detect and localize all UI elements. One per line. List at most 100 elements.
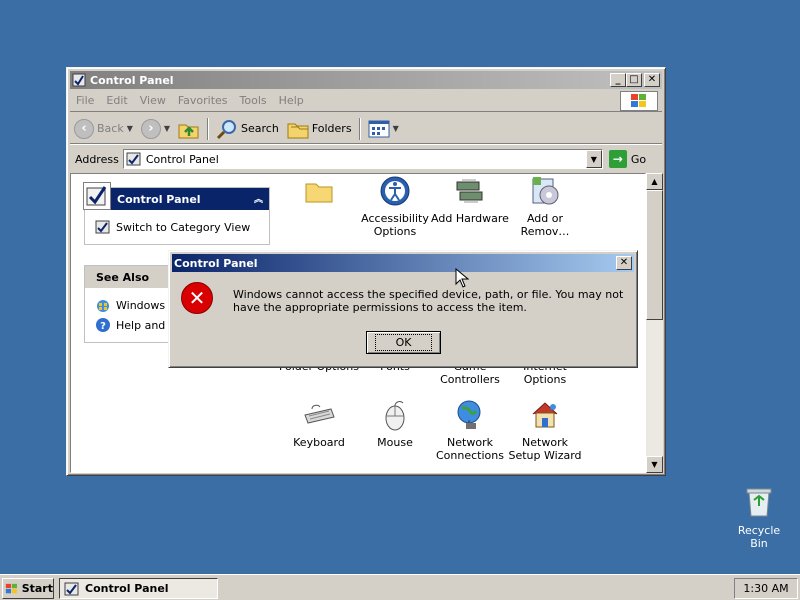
- ok-label: OK: [374, 334, 433, 351]
- cp-item-label: Add or Remov…: [520, 212, 570, 238]
- category-view-icon: [95, 220, 110, 234]
- control-panel-task-icon: [64, 582, 79, 595]
- cp-item-add-hardware[interactable]: Add Hardware: [430, 174, 510, 225]
- error-dialog: Control Panel ✕ ✕ Windows cannot access …: [168, 250, 638, 368]
- cp-item-network-setup-wizard[interactable]: Network Setup Wizard: [505, 398, 585, 462]
- recycle-bin-icon: [743, 486, 775, 518]
- forward-arrow-icon: ›: [140, 118, 161, 139]
- dialog-titlebar[interactable]: Control Panel ✕: [172, 254, 634, 272]
- cp-item-label: Network Setup Wizard: [508, 436, 582, 462]
- go-label: Go: [630, 152, 647, 166]
- folders-icon: [287, 123, 309, 138]
- views-button[interactable]: ▼: [364, 116, 403, 142]
- control-panel-task-pane: Control Panel ︽ Switch to Category View: [83, 182, 270, 245]
- scroll-up-button[interactable]: ▲: [646, 173, 663, 190]
- go-button[interactable]: → Go: [608, 150, 647, 168]
- search-label: Search: [241, 122, 279, 135]
- toolbar-separator: [207, 117, 210, 140]
- menu-help[interactable]: Help: [273, 94, 310, 107]
- system-tray-clock[interactable]: 1:30 AM: [734, 578, 798, 599]
- cp-item-label: Add Hardware: [431, 212, 509, 225]
- start-label: Start: [21, 582, 53, 595]
- views-icon: [368, 120, 390, 137]
- control-panel-large-icon: [83, 182, 111, 210]
- help-icon: ?: [96, 318, 110, 332]
- menu-tools[interactable]: Tools: [234, 94, 273, 107]
- taskbar: Start Control Panel 1:30 AM: [0, 574, 800, 600]
- forward-dropdown-icon[interactable]: ▼: [164, 124, 170, 133]
- svg-text:?: ?: [100, 321, 106, 332]
- maximize-button[interactable]: □: [626, 73, 642, 87]
- cp-item-label: Keyboard: [293, 436, 345, 449]
- menu-edit[interactable]: Edit: [100, 94, 133, 107]
- accessibility-icon: [378, 174, 412, 208]
- cp-item-mouse[interactable]: Mouse: [355, 398, 435, 449]
- standard-toolbar: ‹ Back ▼ › ▼ Search Folders ▼: [70, 114, 662, 144]
- up-button[interactable]: [174, 116, 204, 142]
- address-dropdown-button[interactable]: ▼: [585, 150, 602, 168]
- search-icon: [216, 119, 237, 139]
- back-arrow-icon: ‹: [74, 118, 94, 139]
- switch-view-label: Switch to Category View: [116, 220, 251, 234]
- control-panel-pane-header[interactable]: Control Panel ︽: [83, 182, 269, 210]
- dialog-message: Windows cannot access the specified devi…: [233, 288, 624, 314]
- address-value: Control Panel: [145, 152, 219, 166]
- recycle-bin-desktop-icon[interactable]: Recycle Bin: [728, 486, 790, 550]
- minimize-button[interactable]: _: [610, 73, 626, 87]
- mouse-cursor-icon: [455, 268, 469, 288]
- menu-view[interactable]: View: [134, 94, 172, 107]
- scroll-down-button[interactable]: ▼: [646, 456, 663, 473]
- keyboard-icon: [302, 398, 336, 432]
- cp-item-add-remove-programs[interactable]: Add or Remov…: [505, 174, 585, 238]
- vertical-scrollbar[interactable]: ▲ ▼: [646, 173, 663, 473]
- windows-logo-icon: [620, 91, 658, 111]
- add-hardware-icon: [453, 174, 487, 208]
- start-button[interactable]: Start: [2, 578, 54, 599]
- cp-item-label: Network Connections: [436, 436, 504, 462]
- control-panel-pane-title: Control Panel: [117, 192, 201, 206]
- cp-item-label: Accessibility Options: [361, 212, 429, 238]
- views-dropdown-icon[interactable]: ▼: [393, 124, 399, 133]
- switch-to-category-view-link[interactable]: Switch to Category View: [95, 217, 269, 237]
- windows-flag-icon: [5, 583, 17, 593]
- scroll-thumb[interactable]: [646, 190, 663, 320]
- windows-update-icon: [97, 300, 109, 312]
- back-button[interactable]: ‹ Back ▼: [70, 116, 137, 142]
- dialog-title: Control Panel: [174, 256, 258, 270]
- folder-icon: [302, 174, 336, 208]
- cp-item-network-connections[interactable]: Network Connections: [430, 398, 510, 462]
- clock-label: 1:30 AM: [743, 582, 789, 595]
- mouse-icon: [378, 398, 412, 432]
- collapse-chevron-icon[interactable]: ︽: [254, 192, 263, 205]
- window-titlebar[interactable]: Control Panel _ □ ✕: [70, 71, 662, 89]
- cp-item-label: Mouse: [377, 436, 413, 449]
- toolbar-separator: [358, 117, 361, 140]
- close-button[interactable]: ✕: [644, 73, 660, 87]
- folder-up-icon: [178, 124, 199, 138]
- cp-item-folder[interactable]: [279, 174, 359, 212]
- address-label: Address: [75, 152, 119, 166]
- dialog-close-button[interactable]: ✕: [616, 256, 632, 270]
- cp-item-accessibility-options[interactable]: Accessibility Options: [355, 174, 435, 238]
- error-icon: ✕: [181, 282, 213, 314]
- control-panel-small-icon: [126, 152, 141, 166]
- add-remove-programs-icon: [528, 174, 562, 208]
- search-button[interactable]: Search: [212, 116, 283, 142]
- address-field[interactable]: Control Panel ▼: [122, 149, 603, 169]
- control-panel-icon: [72, 73, 86, 87]
- menu-favorites[interactable]: Favorites: [172, 94, 234, 107]
- folders-button[interactable]: Folders: [283, 116, 356, 142]
- window-title: Control Panel: [90, 73, 174, 87]
- back-dropdown-icon[interactable]: ▼: [127, 124, 133, 133]
- help-and-support-label: Help and S: [116, 318, 176, 332]
- menu-file[interactable]: File: [70, 94, 100, 107]
- taskbar-control-panel-button[interactable]: Control Panel: [59, 578, 218, 599]
- ok-button[interactable]: OK: [366, 331, 441, 354]
- address-bar: Address Control Panel ▼ → Go: [70, 148, 662, 170]
- recycle-bin-label: Recycle Bin: [737, 524, 781, 550]
- cp-item-keyboard[interactable]: Keyboard: [279, 398, 359, 449]
- folders-label: Folders: [311, 122, 352, 135]
- forward-button[interactable]: › ▼: [137, 116, 174, 142]
- taskbar-task-label: Control Panel: [85, 582, 169, 595]
- back-label: Back: [97, 122, 124, 135]
